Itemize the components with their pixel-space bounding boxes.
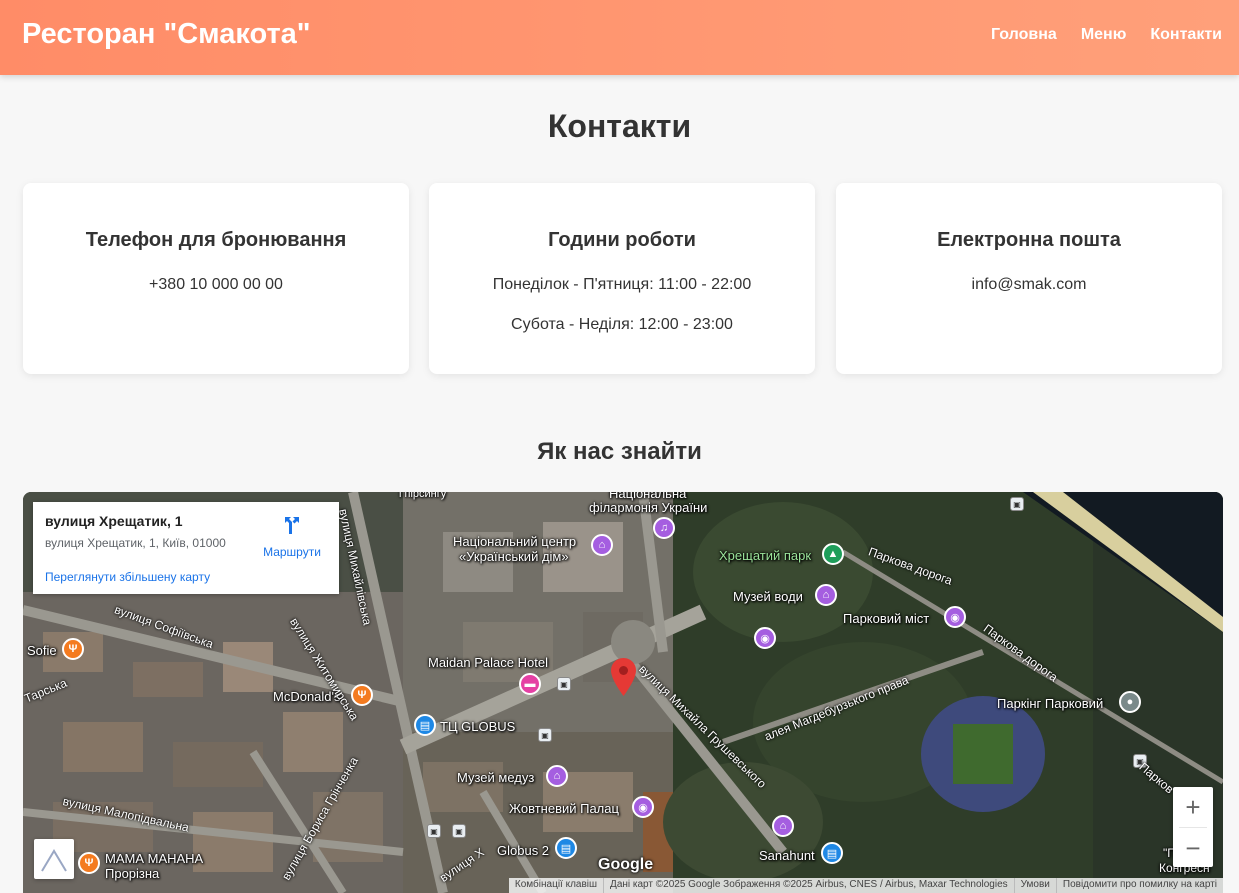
museum-icon[interactable]: ⌂	[591, 534, 613, 556]
place-address: вулиця Хрещатик, 1, Київ, 01000	[45, 536, 226, 550]
directions-button[interactable]: Маршрути	[257, 512, 327, 559]
map-label: Globus 2	[497, 843, 550, 858]
zoom-out-button[interactable]: −	[1173, 828, 1213, 868]
map-label: Музей медуз	[457, 770, 535, 785]
nav-link-menu[interactable]: Меню	[1081, 26, 1127, 44]
museum-icon[interactable]: ⌂	[546, 765, 568, 787]
contact-card-hours: Години роботи Понеділок - П'ятниця: 11:0…	[429, 183, 815, 374]
parking-icon[interactable]: ●	[1119, 691, 1141, 713]
zoom-in-button[interactable]: +	[1173, 787, 1213, 827]
theatre-icon[interactable]: ◉	[632, 796, 654, 818]
terms-link[interactable]: Умови	[1013, 878, 1056, 893]
email-address[interactable]: info@smak.com	[836, 276, 1222, 294]
bus-stop-icon[interactable]: ▣	[1010, 497, 1024, 511]
site-header: Ресторан "Смакота" Головна Меню Контакти	[0, 0, 1239, 75]
shopping-icon[interactable]: ▤	[414, 714, 436, 736]
museum-icon[interactable]: ⌂	[815, 584, 837, 606]
shopping-icon[interactable]: ▤	[555, 837, 577, 859]
weekday-hours: Понеділок - П'ятниця: 11:00 - 22:00	[492, 276, 752, 293]
bus-stop-icon[interactable]: ▣	[452, 824, 466, 838]
camera-icon[interactable]: ◉	[754, 627, 776, 649]
view-larger-map-link[interactable]: Переглянути збільшену карту	[45, 570, 210, 584]
bus-stop-icon[interactable]: ▣	[557, 677, 571, 691]
shopping-icon[interactable]: ▤	[821, 842, 843, 864]
card-title: Електронна пошта	[937, 229, 1121, 251]
google-logo: Google	[598, 856, 654, 873]
card-title: Телефон для бронювання	[85, 229, 347, 251]
location-pin-icon[interactable]	[611, 658, 636, 696]
card-title: Години роботи	[548, 229, 696, 251]
map-info-card: вулиця Хрещатик, 1 вулиця Хрещатик, 1, К…	[33, 502, 339, 594]
restaurant-icon[interactable]: Ψ	[78, 852, 100, 874]
restaurant-icon[interactable]: Ψ	[62, 638, 84, 660]
contact-card-phone: Телефон для бронювання +380 10 000 00 00	[23, 183, 409, 374]
map-label: ТЦ GLOBUS	[440, 719, 516, 734]
place-title: вулиця Хрещатик, 1	[45, 513, 183, 529]
page-title: Контакти	[547, 108, 692, 144]
street-view-icon	[41, 849, 67, 872]
phone-number[interactable]: +380 10 000 00 00	[23, 276, 409, 294]
directions-icon	[285, 517, 299, 534]
map-label: Sanahunt	[759, 848, 815, 863]
bus-stop-icon[interactable]: ▣	[427, 824, 441, 838]
restaurant-icon[interactable]: Ψ	[351, 684, 373, 706]
map-label: Музей води	[733, 589, 803, 604]
main-nav: Головна Меню Контакти	[991, 26, 1222, 44]
section-title-location: Як нас знайти	[537, 438, 702, 465]
embedded-map[interactable]: і пірсингу Національна філармонія Україн…	[23, 492, 1223, 893]
nav-link-home[interactable]: Головна	[991, 26, 1057, 44]
street-view-button[interactable]	[34, 839, 74, 879]
map-label: Жовтневий Палац	[509, 801, 619, 816]
map-attribution: Комбінації клавіш Дані карт ©2025 Google…	[508, 878, 1223, 893]
map-label: філармонія України	[589, 500, 708, 515]
music-venue-icon[interactable]: ♫	[653, 517, 675, 539]
map-label: «Український дім»	[459, 549, 569, 564]
map-label: МАМА МАНАНА	[105, 851, 204, 866]
bus-stop-icon[interactable]: ▣	[538, 728, 552, 742]
report-error-link[interactable]: Повідомити про помилку на карті	[1055, 878, 1223, 893]
brand-logo[interactable]: Ресторан "Смакота"	[22, 18, 311, 51]
museum-icon[interactable]: ⌂	[772, 815, 794, 837]
map-label: Прорізна	[105, 866, 160, 881]
map-label: Парковий міст	[843, 611, 930, 626]
weekend-hours: Субота - Неділя: 12:00 - 23:00	[511, 316, 733, 333]
camera-icon[interactable]: ◉	[944, 606, 966, 628]
map-label: і пірсингу	[399, 492, 447, 500]
keyboard-shortcuts-link[interactable]: Комбінації клавіш	[509, 878, 603, 893]
park-icon[interactable]: ▲	[822, 543, 844, 565]
zoom-controls: + −	[1173, 787, 1213, 867]
map-label: Національний центр	[453, 534, 577, 549]
map-label: Паркінг Парковий	[997, 696, 1104, 711]
map-label: Maidan Palace Hotel	[428, 655, 548, 670]
nav-link-contacts[interactable]: Контакти	[1150, 26, 1222, 44]
map-data-credits: Дані карт ©2025 Google Зображення ©2025 …	[603, 878, 1014, 893]
map-label: Хрещатий парк	[719, 548, 812, 563]
hotel-icon[interactable]: ▬	[519, 673, 541, 695]
map-label: Sofie	[27, 643, 57, 658]
contact-card-email: Електронна пошта info@smak.com	[836, 183, 1222, 374]
directions-label: Маршрути	[263, 545, 321, 559]
